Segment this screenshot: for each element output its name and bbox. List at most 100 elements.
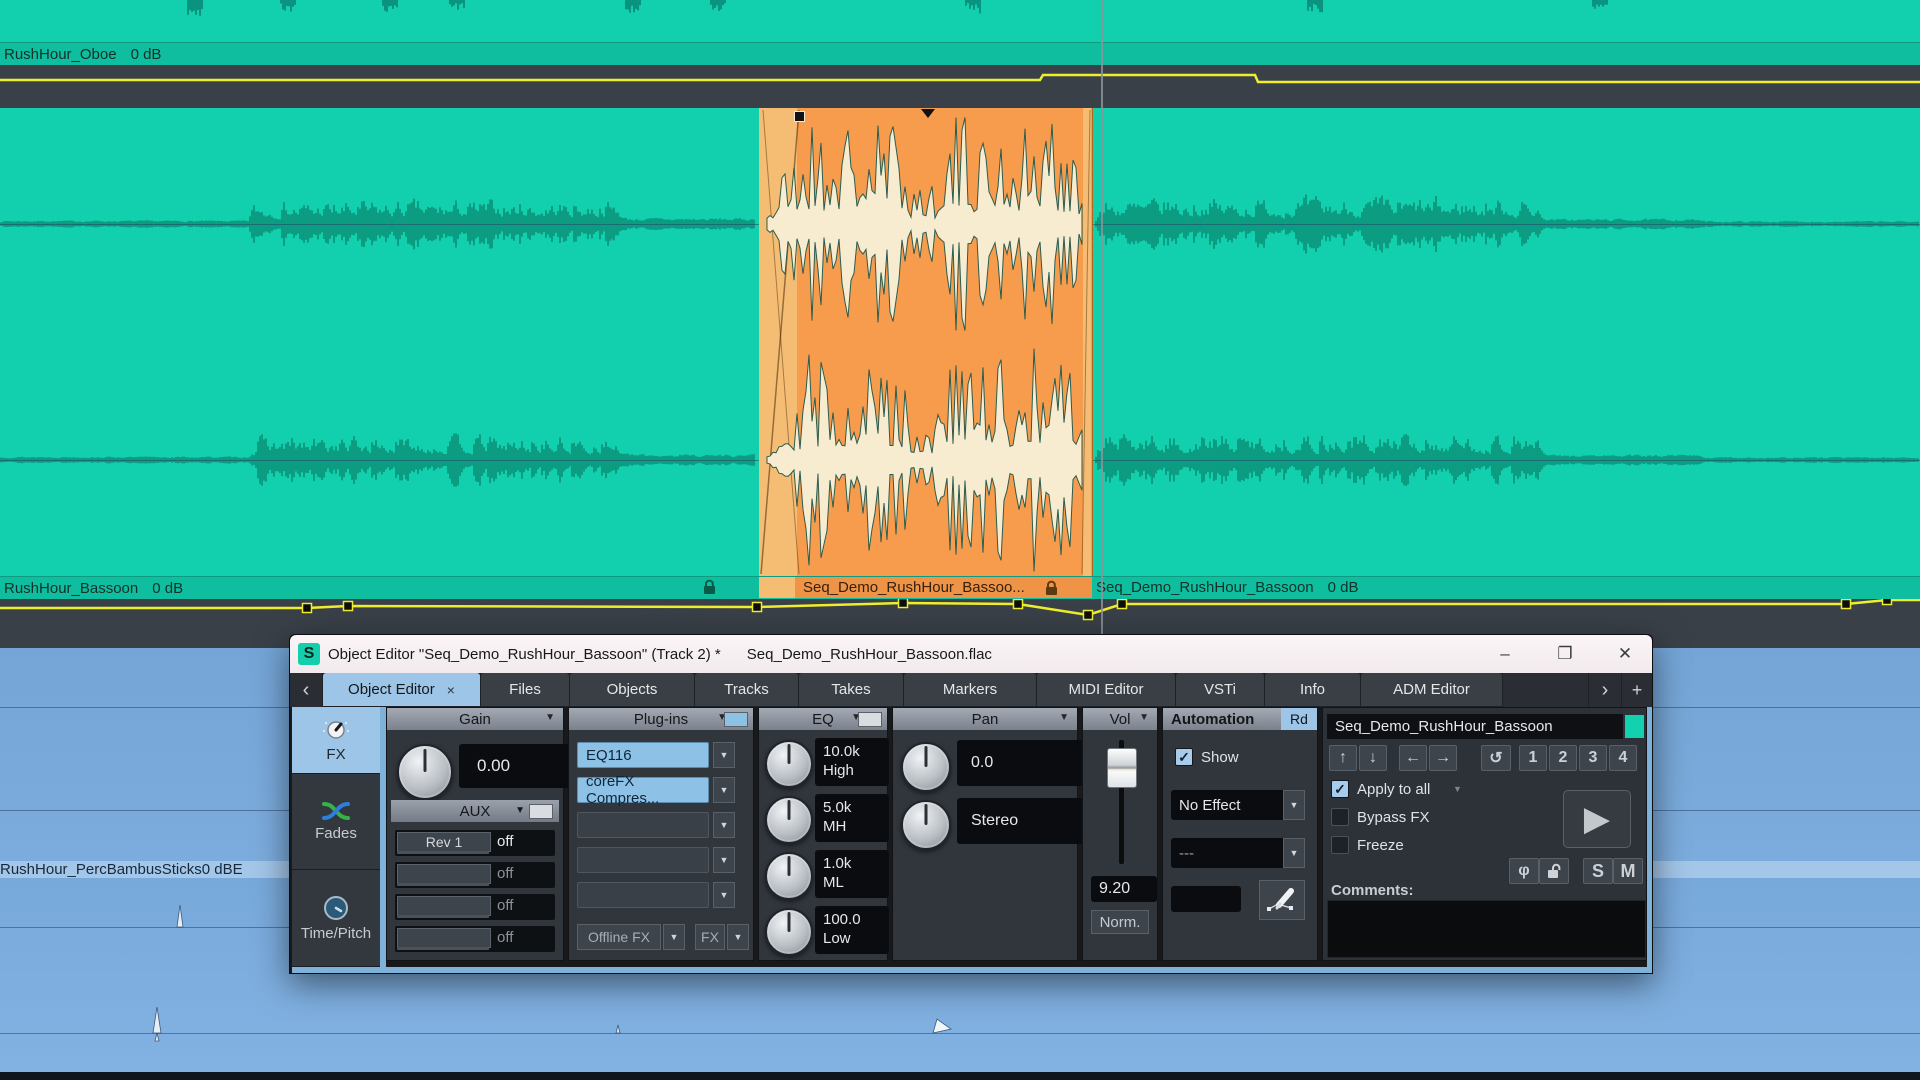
- plugin-slot-2[interactable]: coreFX Compres...: [577, 777, 709, 803]
- bypass-fx-checkbox[interactable]: [1331, 808, 1349, 826]
- eq-header[interactable]: EQ ▼: [759, 708, 887, 730]
- object-curve-handle[interactable]: [921, 109, 935, 118]
- tab-markers[interactable]: Markers: [904, 673, 1036, 706]
- preset-4-button[interactable]: 4: [1609, 745, 1637, 771]
- freeze-checkbox[interactable]: [1331, 836, 1349, 854]
- tab-scroll-right-button[interactable]: ›: [1589, 673, 1621, 707]
- automation-effect-dropdown[interactable]: ▼: [1283, 790, 1305, 820]
- aux-send-1-button[interactable]: Rev 1: [397, 832, 491, 852]
- eq-high-knob[interactable]: [765, 740, 813, 788]
- mute-button[interactable]: M: [1613, 858, 1643, 884]
- aux-send-state[interactable]: off: [497, 897, 513, 914]
- normalize-button[interactable]: Norm.: [1091, 910, 1149, 934]
- chevron-down-icon[interactable]: ▼: [1139, 712, 1149, 723]
- tab-scroll-left-button[interactable]: ‹: [290, 673, 322, 707]
- plugin-slot-2-dropdown[interactable]: ▼: [713, 777, 735, 803]
- automation-header[interactable]: Automation: [1163, 708, 1281, 730]
- selected-object-label[interactable]: Seq_Demo_RushHour_Bassoo...: [759, 577, 1092, 598]
- aux-header[interactable]: AUX ▼: [391, 800, 559, 822]
- preset-2-button[interactable]: 2: [1549, 745, 1577, 771]
- previous-object-button[interactable]: ←: [1399, 745, 1427, 771]
- minimize-button[interactable]: –: [1492, 644, 1518, 664]
- tab-object-editor[interactable]: Object Editor ×: [323, 673, 480, 706]
- pan-mode-knob[interactable]: [901, 800, 951, 850]
- fx-button[interactable]: FX: [695, 924, 725, 950]
- playback-cursor[interactable]: [1101, 0, 1103, 634]
- tab-vsti[interactable]: VSTi: [1176, 673, 1264, 706]
- pan-knob[interactable]: [901, 742, 951, 792]
- tab-midi-editor[interactable]: MIDI Editor: [1037, 673, 1175, 706]
- object-name-field[interactable]: Seq_Demo_RushHour_Bassoon: [1327, 714, 1623, 739]
- solo-button[interactable]: S: [1583, 858, 1613, 884]
- plugin-slot-4[interactable]: [577, 847, 709, 873]
- eq-mh-knob[interactable]: [765, 796, 813, 844]
- gain-header[interactable]: Gain ▼: [387, 708, 563, 730]
- tab-files[interactable]: Files: [481, 673, 569, 706]
- plugin-slot-4-dropdown[interactable]: ▼: [713, 847, 735, 873]
- draw-automation-button[interactable]: [1259, 880, 1305, 920]
- move-object-down-button[interactable]: ↓: [1359, 745, 1387, 771]
- track-oboe-label-strip[interactable]: RushHour_Oboe 0 dB: [0, 42, 1920, 66]
- pan-mode-display[interactable]: Stereo: [957, 798, 1083, 844]
- object-lock-button[interactable]: [1539, 858, 1569, 884]
- tab-info[interactable]: Info: [1265, 673, 1360, 706]
- show-automation-checkbox[interactable]: ✓: [1175, 748, 1193, 766]
- plugin-slot-3-dropdown[interactable]: ▼: [713, 812, 735, 838]
- move-object-up-button[interactable]: ↑: [1329, 745, 1357, 771]
- aux-send-4-button[interactable]: [397, 928, 491, 948]
- preset-3-button[interactable]: 3: [1579, 745, 1607, 771]
- object-color-swatch[interactable]: [1625, 715, 1644, 738]
- eq-detach-button[interactable]: [858, 712, 882, 727]
- automation-parameter-dropdown[interactable]: ▼: [1283, 838, 1305, 868]
- automation-parameter-select[interactable]: ---: [1171, 838, 1289, 868]
- aux-send-state[interactable]: off: [497, 929, 513, 946]
- pan-value-display[interactable]: 0.0: [957, 740, 1083, 786]
- object-editor-dialog[interactable]: S Object Editor "Seq_Demo_RushHour_Basso…: [289, 634, 1653, 974]
- comments-input[interactable]: [1327, 900, 1646, 958]
- preview-play-button[interactable]: ▶: [1563, 790, 1631, 848]
- add-tab-button[interactable]: +: [1622, 673, 1652, 707]
- automation-node-handles[interactable]: [303, 599, 1892, 620]
- undo-button[interactable]: ↺: [1481, 745, 1511, 771]
- plugin-slot-5-dropdown[interactable]: ▼: [713, 882, 735, 908]
- lock-icon[interactable]: [701, 578, 719, 596]
- chevron-down-icon[interactable]: ▼: [515, 805, 525, 816]
- tab-close-icon[interactable]: ×: [447, 682, 455, 698]
- plugins-detach-button[interactable]: [724, 712, 748, 727]
- plugin-slot-5[interactable]: [577, 882, 709, 908]
- aux-send-2-button[interactable]: [397, 864, 491, 884]
- maximize-button[interactable]: ❐: [1552, 644, 1578, 664]
- aux-detach-button[interactable]: [529, 804, 553, 819]
- track-oboe-waveform-area[interactable]: [0, 0, 1920, 42]
- pan-header[interactable]: Pan ▼: [893, 708, 1077, 730]
- aux-send-3-button[interactable]: [397, 896, 491, 916]
- sidebar-item-fx[interactable]: FX: [292, 707, 380, 774]
- next-object-button[interactable]: →: [1429, 745, 1457, 771]
- object-fade-in-handle[interactable]: [794, 111, 805, 122]
- aux-send-level-bar[interactable]: [397, 947, 489, 950]
- eq-low-knob[interactable]: [765, 908, 813, 956]
- tab-objects[interactable]: Objects: [570, 673, 694, 706]
- aux-send-state[interactable]: off: [497, 833, 513, 850]
- apply-to-all-checkbox[interactable]: ✓: [1331, 780, 1349, 798]
- vol-header[interactable]: Vol ▼: [1083, 708, 1157, 730]
- close-button[interactable]: ✕: [1612, 644, 1638, 664]
- lock-icon[interactable]: [1043, 579, 1061, 597]
- offline-fx-button[interactable]: Offline FX: [577, 924, 661, 950]
- plugin-slot-3[interactable]: [577, 812, 709, 838]
- dialog-titlebar[interactable]: S Object Editor "Seq_Demo_RushHour_Basso…: [290, 635, 1652, 673]
- aux-send-level-bar[interactable]: [397, 851, 489, 854]
- automation-read-mode-tab[interactable]: Rd: [1281, 708, 1317, 730]
- volume-fader-handle[interactable]: [1107, 748, 1137, 788]
- selected-audio-object[interactable]: [759, 108, 1093, 576]
- tab-adm-editor[interactable]: ADM Editor: [1361, 673, 1502, 706]
- sidebar-item-fades[interactable]: Fades: [292, 774, 380, 870]
- aux-send-state[interactable]: off: [497, 865, 513, 882]
- tab-tracks[interactable]: Tracks: [695, 673, 798, 706]
- aux-send-level-bar[interactable]: [397, 883, 489, 886]
- fx-dropdown[interactable]: ▼: [727, 924, 749, 950]
- plugins-header[interactable]: Plug-ins ▼: [569, 708, 753, 730]
- chevron-down-icon[interactable]: ▼: [545, 712, 555, 723]
- apply-to-all-dropdown[interactable]: ▼: [1453, 784, 1462, 794]
- gain-value-display[interactable]: 0.00: [459, 744, 573, 788]
